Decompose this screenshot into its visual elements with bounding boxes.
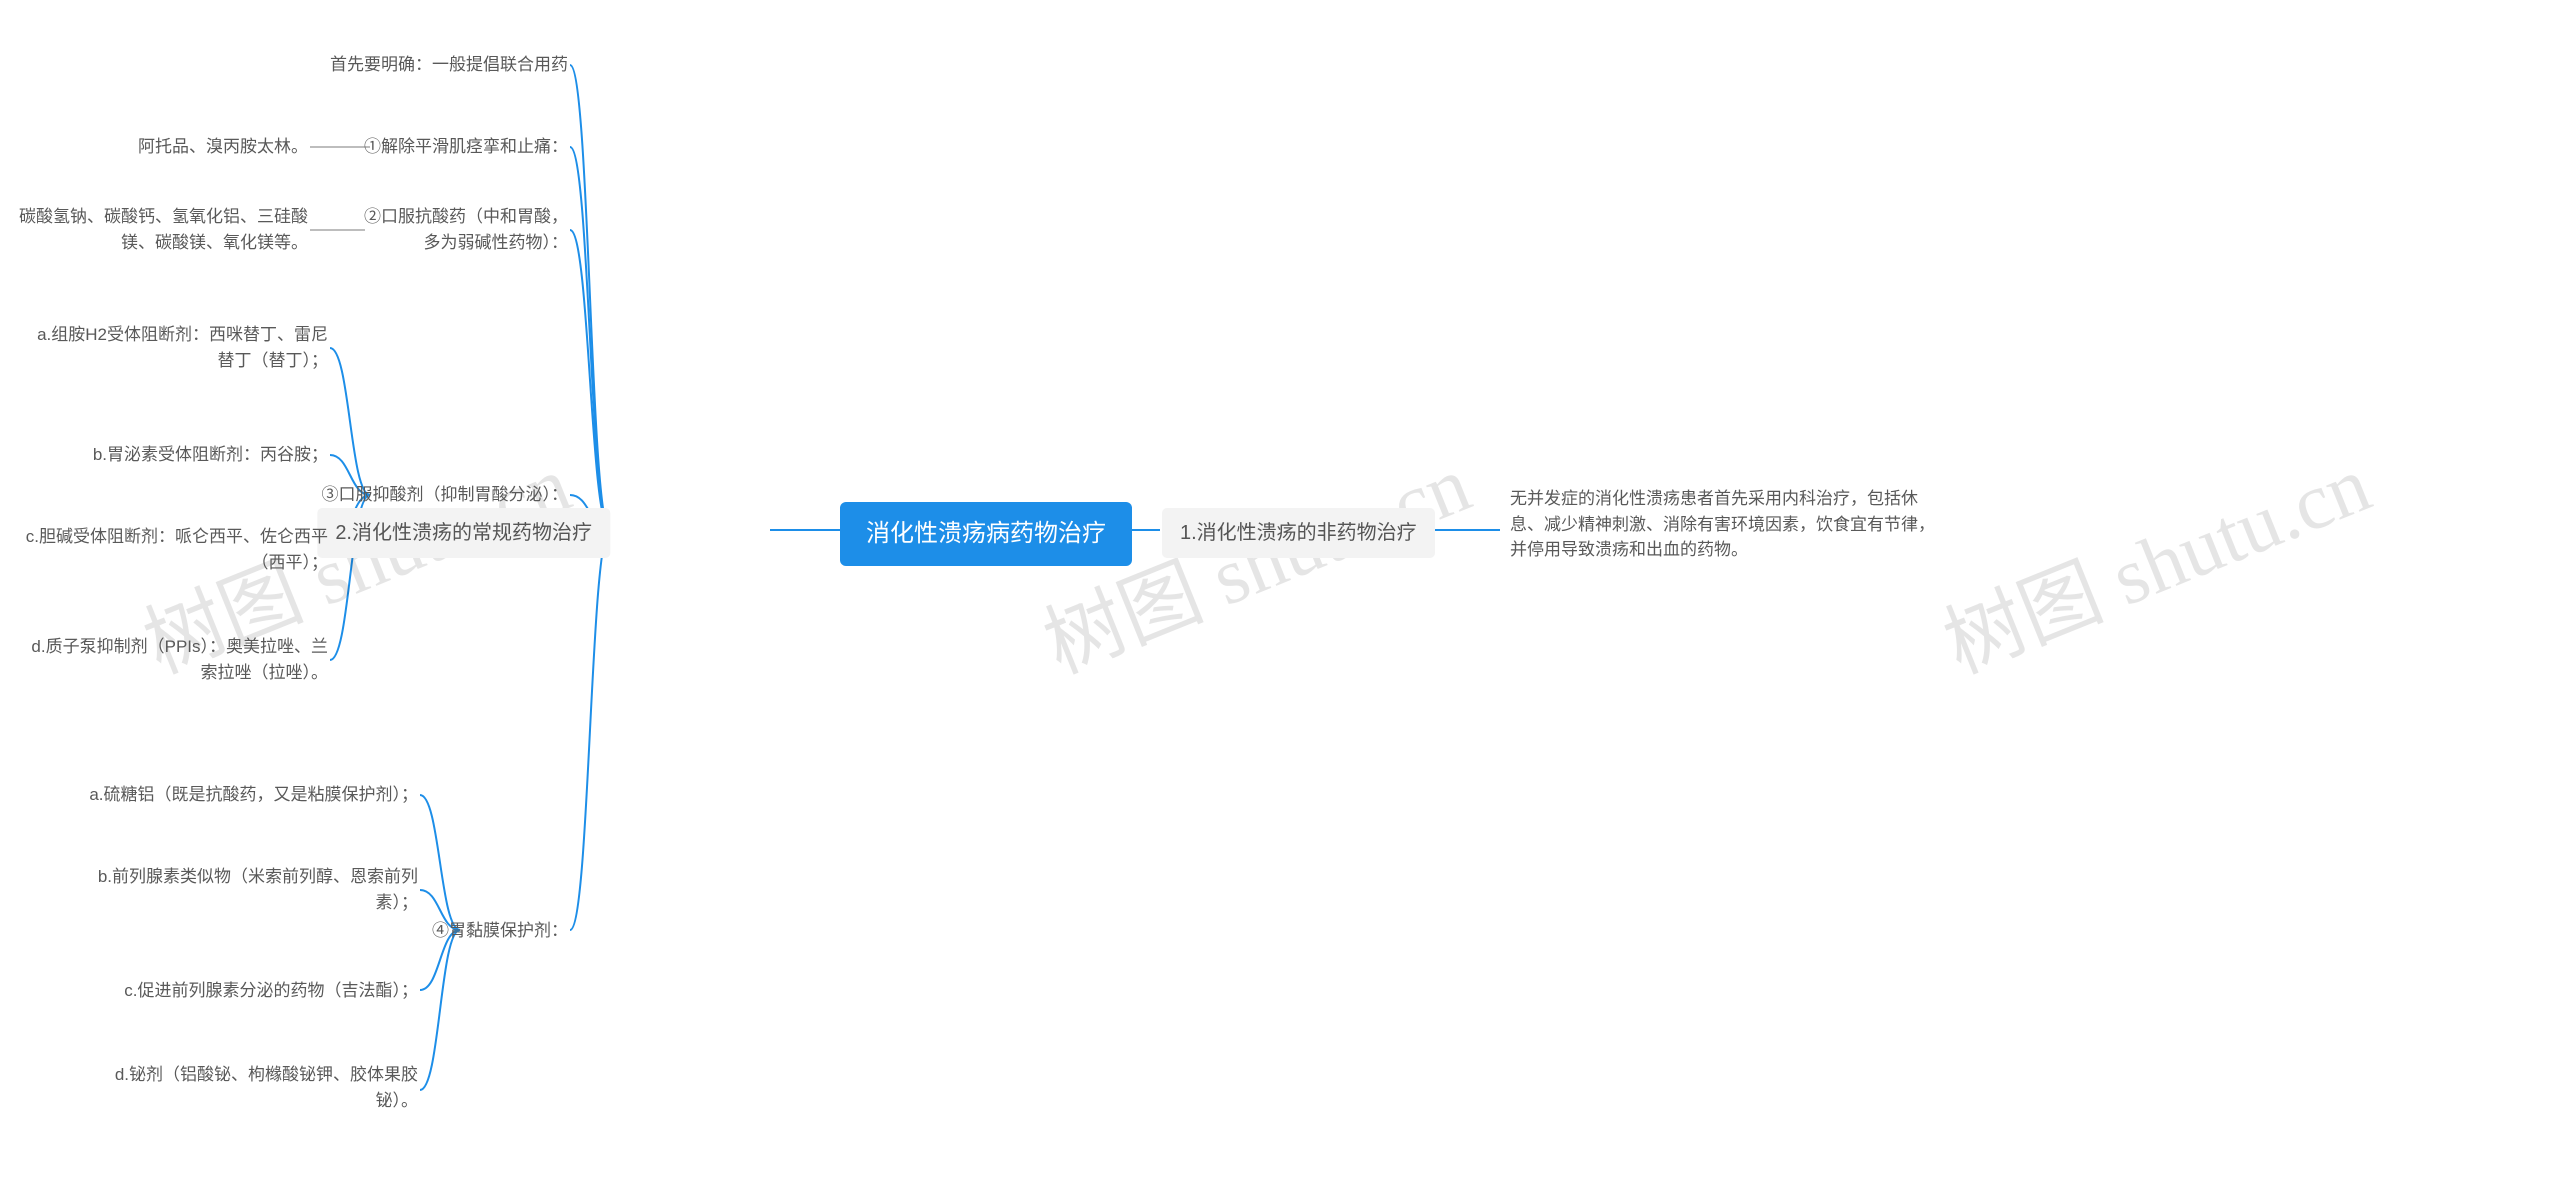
leaf-gastrin-blocker: b.胃泌素受体阻断剂：丙谷胺；	[93, 442, 328, 468]
leaf-bismuth: d.铋剂（铝酸铋、枸橼酸铋钾、胶体果胶铋）。	[78, 1062, 418, 1113]
watermark: 树图 shutu.cn	[1925, 420, 2385, 696]
node-combined-medication[interactable]: 首先要明确：一般提倡联合用药	[330, 52, 568, 78]
leaf-ppi: d.质子泵抑制剂（PPIs）：奥美拉唑、兰索拉唑（拉唑）。	[18, 634, 328, 685]
leaf-h2-blocker: a.组胺H2受体阻断剂：西咪替丁、雷尼替丁（替丁）；	[28, 322, 328, 373]
branch-drug[interactable]: 2.消化性溃疡的常规药物治疗	[317, 508, 610, 558]
leaf-non-drug-detail: 无并发症的消化性溃疡患者首先采用内科治疗，包括休息、减少精神刺激、消除有害环境因…	[1510, 486, 1950, 563]
root-node[interactable]: 消化性溃疡病药物治疗	[840, 502, 1132, 566]
connector-layer	[0, 0, 2560, 1201]
leaf-antispasmodic-drugs: 阿托品、溴丙胺太林。	[138, 134, 308, 160]
node-antispasmodic[interactable]: ①解除平滑肌痉挛和止痛：	[364, 134, 568, 160]
leaf-sucralfate: a.硫糖铝（既是抗酸药，又是粘膜保护剂）；	[89, 782, 418, 808]
leaf-choline-blocker: c.胆碱受体阻断剂：哌仑西平、佐仑西平（西平）；	[18, 524, 328, 575]
node-antacid[interactable]: ②口服抗酸药（中和胃酸，多为弱碱性药物）：	[358, 204, 568, 255]
leaf-prostaglandin-analog: b.前列腺素类似物（米索前列醇、恩索前列素）；	[78, 864, 418, 915]
node-mucosal-protectant[interactable]: ④胃黏膜保护剂：	[432, 918, 568, 944]
leaf-prostaglandin-promoter: c.促进前列腺素分泌的药物（吉法酯）；	[124, 978, 418, 1004]
node-acid-suppressant[interactable]: ③口服抑酸剂（抑制胃酸分泌）：	[322, 482, 569, 508]
leaf-antacid-drugs: 碳酸氢钠、碳酸钙、氢氧化铝、三硅酸镁、碳酸镁、氧化镁等。	[8, 204, 308, 255]
branch-non-drug[interactable]: 1.消化性溃疡的非药物治疗	[1162, 508, 1435, 558]
